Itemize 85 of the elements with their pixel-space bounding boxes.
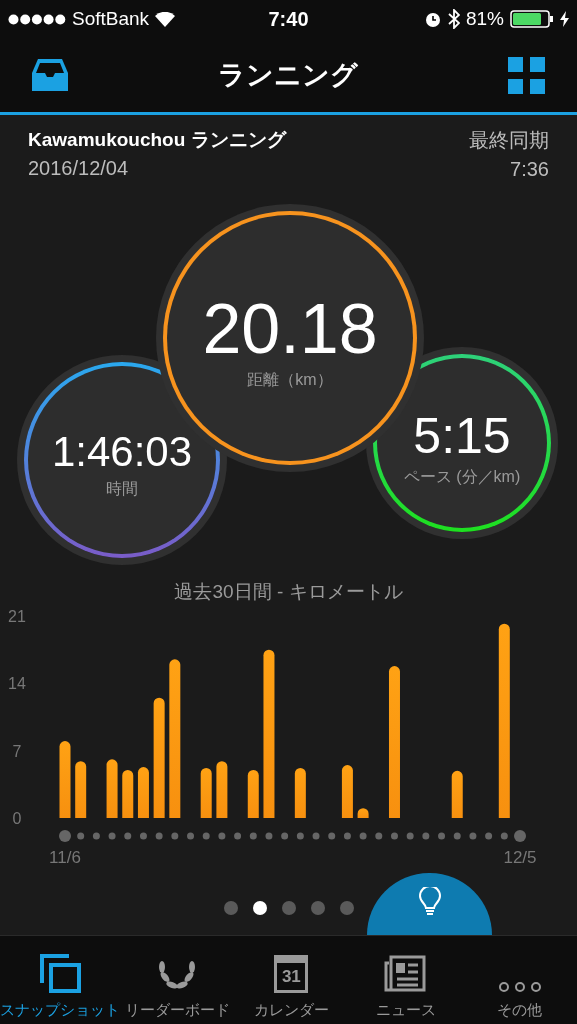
wifi-icon xyxy=(155,11,176,27)
newspaper-icon xyxy=(383,955,428,993)
signal-icon xyxy=(8,13,66,25)
inbox-icon[interactable] xyxy=(32,59,68,91)
carrier-name: SoftBank xyxy=(72,8,150,30)
metric-value: 1:46:03 xyxy=(51,430,193,473)
alarm-clock-icon xyxy=(423,10,442,28)
bar xyxy=(451,770,463,818)
battery-icon xyxy=(510,10,554,28)
day-dot xyxy=(375,832,383,840)
day-dot xyxy=(485,832,493,840)
day-dot xyxy=(453,832,461,840)
day-dot xyxy=(391,832,398,840)
day-dot xyxy=(187,832,194,840)
bar xyxy=(122,769,134,818)
metric-label: 距離（km） xyxy=(247,369,333,390)
more-icon xyxy=(497,981,542,993)
day-dot xyxy=(500,832,508,840)
day-dot xyxy=(438,832,446,840)
day-dot xyxy=(514,830,526,842)
bar xyxy=(137,767,149,818)
clock-time: 7:40 xyxy=(268,7,309,31)
day-dot xyxy=(265,832,273,840)
day-dot xyxy=(92,832,100,840)
page-title: ランニング xyxy=(218,59,358,92)
bar xyxy=(341,765,353,818)
battery-percent: 81% xyxy=(465,8,504,30)
lightbulb-icon xyxy=(418,887,441,917)
page-dot[interactable] xyxy=(339,900,354,915)
day-dot xyxy=(422,832,430,840)
axis-label: 12/5 xyxy=(503,848,537,867)
day-dot xyxy=(296,832,304,840)
layers-icon xyxy=(39,953,81,993)
day-dot xyxy=(77,832,85,840)
day-dot xyxy=(469,832,477,840)
bluetooth-icon xyxy=(447,9,460,29)
metric-value: 20.18 xyxy=(202,293,378,364)
axis-label: 11/6 xyxy=(49,848,81,867)
tab[interactable]: 31 カレンダー xyxy=(234,936,349,1024)
bar xyxy=(357,808,369,818)
tab[interactable]: ニュース xyxy=(348,936,463,1024)
page-dot[interactable] xyxy=(252,900,267,915)
tab[interactable]: その他 xyxy=(462,936,577,1024)
day-dot xyxy=(328,832,336,840)
day-dot xyxy=(406,832,414,840)
activity-name: Kawamukouchou ランニング xyxy=(28,128,286,152)
day-dot xyxy=(202,832,210,840)
day-dot xyxy=(343,832,351,840)
day-dot xyxy=(171,832,179,840)
day-dot xyxy=(108,832,116,840)
day-dot xyxy=(139,832,147,840)
bar xyxy=(106,759,118,818)
day-dot xyxy=(359,832,367,840)
activity-date: 2016/12/04 xyxy=(28,157,129,180)
tab[interactable]: リーダーボード xyxy=(120,936,235,1024)
tab[interactable]: スナップショット xyxy=(0,936,120,1024)
day-dot xyxy=(124,832,132,840)
chart-title: 過去30日間 - キロメートル xyxy=(174,580,403,604)
day-dot xyxy=(234,832,242,840)
axis-label: 21 xyxy=(8,608,26,625)
page-dot[interactable] xyxy=(281,900,296,915)
day-dot xyxy=(312,832,320,840)
bar xyxy=(75,761,87,818)
axis-label: 7 xyxy=(12,742,22,760)
axis-label: 0 xyxy=(12,810,22,827)
page-dot[interactable] xyxy=(310,900,325,915)
page-dot[interactable] xyxy=(223,900,238,915)
metric-label: ペース (分／km) xyxy=(403,466,521,487)
bar xyxy=(216,761,228,818)
day-dot xyxy=(249,832,257,840)
day-dot xyxy=(59,830,71,842)
sync-label: 最終同期 xyxy=(469,128,549,153)
bar xyxy=(247,769,259,818)
calendar-icon: 31 xyxy=(274,955,309,993)
bar xyxy=(294,768,306,818)
grid-icon[interactable] xyxy=(508,56,545,94)
day-dot xyxy=(155,832,163,840)
axis-label: 14 xyxy=(8,675,26,693)
metric-label: 時間 xyxy=(106,478,138,499)
bar xyxy=(200,768,212,818)
metric-value: 5:15 xyxy=(413,410,511,461)
day-dot xyxy=(218,832,226,840)
charging-icon xyxy=(560,11,569,27)
day-dot xyxy=(281,832,289,840)
sync-time: 7:36 xyxy=(510,158,549,181)
